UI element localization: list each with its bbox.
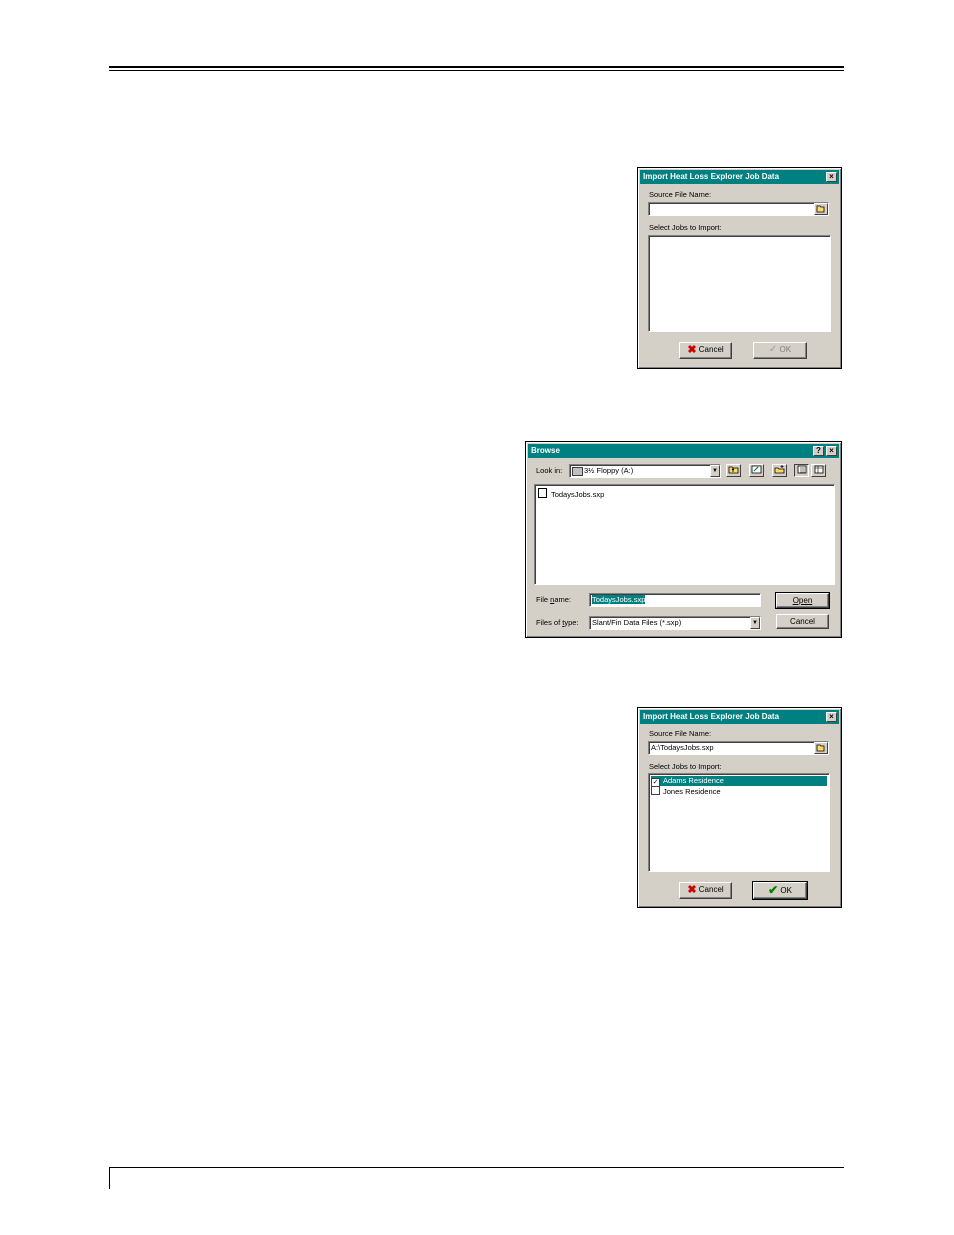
look-in-dropdown-arrow[interactable]: ▼	[710, 465, 720, 477]
look-in-label: Look in:	[536, 466, 563, 475]
job-checkbox[interactable]	[651, 786, 660, 795]
import-dialog-filled: Import Heat Loss Explorer Job Data × Sou…	[637, 707, 842, 908]
open-folder-icon[interactable]	[814, 203, 828, 215]
file-name: TodaysJobs.sxp	[550, 490, 605, 499]
cancel-button-label: Cancel	[698, 885, 724, 894]
files-of-type-label: Files of type:	[536, 618, 579, 627]
source-file-input[interactable]: A:\TodaysJobs.sxp	[648, 741, 829, 755]
dialog-title: Import Heat Loss Explorer Job Data	[643, 172, 780, 181]
cancel-button[interactable]: ✖ Cancel	[679, 882, 732, 899]
ok-check-icon: ✔	[768, 883, 779, 897]
title-bar[interactable]: Import Heat Loss Explorer Job Data ×	[640, 710, 839, 724]
import-dialog-empty: Import Heat Loss Explorer Job Data × Sou…	[637, 167, 842, 369]
job-list-item[interactable]: Jones Residence	[651, 786, 827, 796]
desktop-icon[interactable]	[749, 464, 764, 477]
file-name-label: File name:	[536, 595, 572, 604]
ok-button[interactable]: ✔ OK	[752, 881, 808, 900]
files-of-type-select[interactable]: Slant/Fin Data Files (*.sxp)	[589, 616, 761, 630]
file-icon	[538, 488, 547, 498]
source-file-label: Source File Name:	[649, 729, 712, 738]
browse-dialog: Browse ? × Look in: 3½ Floppy (A:) ▼ Tod…	[525, 441, 842, 638]
close-icon[interactable]: ×	[826, 172, 837, 182]
ok-check-icon: ✓	[768, 344, 778, 355]
header-rule-thick	[109, 66, 844, 68]
cancel-button-label: Cancel	[790, 617, 815, 626]
new-folder-icon[interactable]	[772, 464, 787, 477]
ok-button-label: OK	[780, 886, 792, 895]
file-name-value: TodaysJobs.sxp	[592, 595, 646, 604]
up-folder-icon[interactable]	[726, 464, 741, 477]
ok-button[interactable]: ✓ OK	[753, 342, 807, 359]
cancel-button[interactable]: Cancel	[776, 614, 829, 629]
close-icon[interactable]: ×	[826, 446, 837, 456]
file-list[interactable]: TodaysJobs.sxp	[534, 484, 835, 585]
ok-button-label: OK	[779, 345, 792, 354]
dialog-title: Browse	[531, 446, 560, 455]
file-list-item[interactable]: TodaysJobs.sxp	[538, 488, 832, 499]
close-icon[interactable]: ×	[826, 712, 837, 722]
jobs-list[interactable]	[648, 235, 831, 332]
title-bar[interactable]: Import Heat Loss Explorer Job Data ×	[640, 170, 839, 184]
cancel-button[interactable]: ✖ Cancel	[679, 342, 732, 359]
files-of-type-dropdown-arrow[interactable]: ▼	[750, 617, 760, 629]
cancel-button-label: Cancel	[698, 345, 724, 354]
help-icon[interactable]: ?	[813, 446, 824, 456]
cancel-x-icon: ✖	[687, 884, 697, 896]
file-name-input[interactable]: TodaysJobs.sxp	[589, 593, 761, 607]
floppy-drive-icon	[572, 467, 583, 476]
select-jobs-label: Select Jobs to Import:	[649, 762, 722, 771]
open-button[interactable]: Open	[775, 592, 830, 609]
job-list-item[interactable]: ✓ Adams Residence	[651, 776, 827, 787]
list-view-icon[interactable]	[794, 464, 809, 477]
job-name: Adams Residence	[663, 776, 724, 785]
select-jobs-label: Select Jobs to Import:	[649, 223, 722, 232]
source-file-label: Source File Name:	[649, 190, 712, 199]
files-of-type-value: Slant/Fin Data Files (*.sxp)	[592, 618, 682, 627]
header-rule-thin	[109, 70, 844, 71]
open-button-label: Open	[792, 596, 813, 605]
footer-rule	[109, 1167, 844, 1168]
open-folder-icon[interactable]	[814, 742, 828, 754]
job-name: Jones Residence	[663, 787, 721, 796]
source-file-input[interactable]	[648, 202, 829, 216]
title-bar[interactable]: Browse ? ×	[528, 444, 839, 458]
footer-rule-vertical	[109, 1167, 110, 1189]
jobs-list[interactable]: ✓ Adams Residence Jones Residence	[648, 773, 830, 872]
cancel-x-icon: ✖	[687, 344, 697, 356]
details-view-icon[interactable]	[811, 464, 826, 477]
dialog-title: Import Heat Loss Explorer Job Data	[643, 712, 780, 721]
look-in-select[interactable]: 3½ Floppy (A:)	[569, 464, 721, 478]
look-in-value: 3½ Floppy (A:)	[584, 466, 634, 475]
